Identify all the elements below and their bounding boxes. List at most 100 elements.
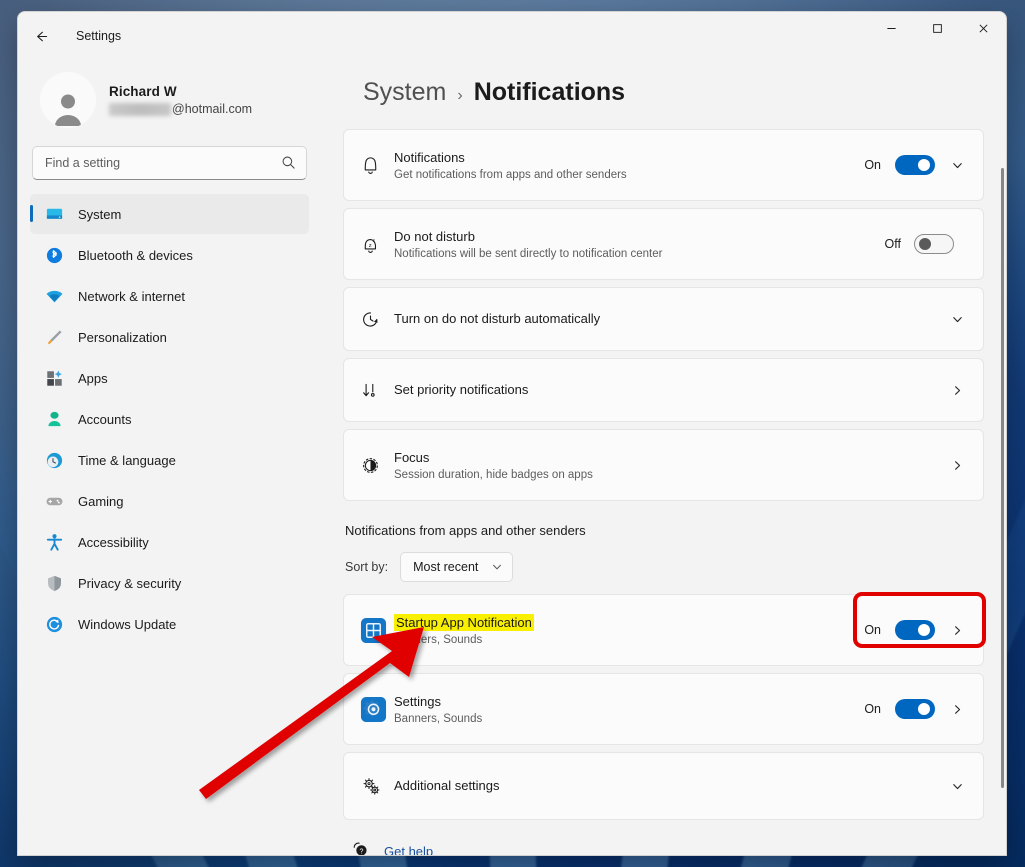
chevron-right-icon[interactable] xyxy=(949,384,965,397)
search-box xyxy=(32,146,307,180)
account-name: Richard W xyxy=(109,84,177,99)
notifications-toggle[interactable] xyxy=(895,155,935,175)
card-title: Additional settings xyxy=(394,778,500,794)
sidebar-item-label: Apps xyxy=(78,370,108,386)
back-button[interactable] xyxy=(24,20,58,52)
sidebar-item-accessibility[interactable]: Accessibility xyxy=(30,522,309,562)
toggle-state-label: On xyxy=(864,158,881,172)
app-row-settings[interactable]: Settings Banners, Sounds On xyxy=(343,673,984,745)
monitor-icon xyxy=(44,204,64,224)
card-set-priority-notifications[interactable]: Set priority notifications xyxy=(343,358,984,422)
sort-row: Sort by: Most recent xyxy=(343,552,984,582)
minimize-icon xyxy=(886,28,896,29)
sidebar-item-label: Personalization xyxy=(78,329,167,345)
app-subtitle: Banners, Sounds xyxy=(394,712,483,725)
card-focus[interactable]: Focus Session duration, hide badges on a… xyxy=(343,429,984,501)
sort-by-label: Sort by: xyxy=(345,560,389,574)
person-icon xyxy=(44,409,64,429)
sidebar-item-network-internet[interactable]: Network & internet xyxy=(30,276,309,316)
app-name-highlight: Startup App Notification xyxy=(394,614,534,632)
toggle-state-label: On xyxy=(864,702,881,716)
close-button[interactable] xyxy=(960,12,1006,45)
sidebar-item-label: Gaming xyxy=(78,493,124,509)
chevron-right-icon[interactable] xyxy=(949,459,965,472)
get-help-row[interactable]: ? Get help xyxy=(343,827,984,855)
settings-gear-app-icon xyxy=(360,696,394,723)
avatar xyxy=(40,72,96,128)
card-title: Notifications xyxy=(394,150,465,166)
refresh-circle-icon xyxy=(44,614,64,634)
chevron-right-icon[interactable] xyxy=(949,624,965,637)
do-not-disturb-toggle[interactable] xyxy=(914,234,954,254)
gamepad-icon xyxy=(44,491,64,511)
sidebar-item-apps[interactable]: Apps xyxy=(30,358,309,398)
window-title: Settings xyxy=(76,29,122,43)
app-row-startup-app-notification[interactable]: Startup App Notification Banners, Sounds… xyxy=(343,594,984,666)
page-title: Notifications xyxy=(473,78,626,106)
sort-by-value: Most recent xyxy=(413,560,479,574)
accessibility-person-icon xyxy=(44,532,64,552)
sidebar-item-time-language[interactable]: Time & language xyxy=(30,440,309,480)
breadcrumb: System › Notifications xyxy=(343,60,984,129)
app-name: Startup App Notification xyxy=(394,614,864,632)
toggle-state-label: Off xyxy=(884,237,901,251)
breadcrumb-parent[interactable]: System xyxy=(363,78,446,107)
paintbrush-icon xyxy=(44,327,64,347)
help-question-icon: ? xyxy=(351,839,370,855)
startup-app-toggle[interactable] xyxy=(895,620,935,640)
clock-arrow-icon xyxy=(360,309,394,330)
sidebar-item-label: Privacy & security xyxy=(78,575,182,591)
card-additional-settings[interactable]: Additional settings xyxy=(343,752,984,820)
card-notifications[interactable]: Notifications Get notifications from app… xyxy=(343,129,984,201)
sidebar-item-gaming[interactable]: Gaming xyxy=(30,481,309,521)
settings-window: Settings Richard W @hotmail.com Find a s… xyxy=(17,11,1007,856)
breadcrumb-separator-icon: › xyxy=(457,87,463,104)
chevron-down-icon[interactable] xyxy=(949,159,965,172)
chevron-right-icon[interactable] xyxy=(949,703,965,716)
account-email-suffix: @hotmail.com xyxy=(172,102,253,116)
sidebar-item-label: Accounts xyxy=(78,411,132,427)
get-help-link[interactable]: Get help xyxy=(384,844,433,856)
maximize-icon xyxy=(932,24,942,33)
account-block[interactable]: Richard W @hotmail.com xyxy=(30,60,309,142)
sidebar-item-personalization[interactable]: Personalization xyxy=(30,317,309,357)
card-title: Turn on do not disturb automatically xyxy=(394,311,601,327)
minimize-button[interactable] xyxy=(868,12,914,45)
search-input[interactable] xyxy=(32,146,307,180)
main-scrollbar[interactable] xyxy=(1001,168,1004,788)
card-do-not-disturb[interactable]: z z Do not disturb Notifications will be… xyxy=(343,208,984,280)
startup-app-icon xyxy=(360,617,394,644)
apps-grid-icon xyxy=(44,368,64,388)
bluetooth-icon xyxy=(44,245,64,265)
sidebar-item-system[interactable]: System xyxy=(30,194,309,234)
sidebar-item-label: Time & language xyxy=(78,452,176,468)
back-arrow-icon xyxy=(36,31,47,41)
chevron-down-icon[interactable] xyxy=(949,313,965,326)
sidebar-item-label: Accessibility xyxy=(78,534,149,550)
svg-text:?: ? xyxy=(359,848,363,855)
sidebar-item-label: System xyxy=(78,206,122,222)
title-bar: Settings xyxy=(18,12,1006,60)
toggle-state-label: On xyxy=(864,623,881,637)
card-subtitle: Notifications will be sent directly to n… xyxy=(394,247,663,260)
card-subtitle: Get notifications from apps and other se… xyxy=(394,168,627,181)
sidebar-item-windows-update[interactable]: Windows Update xyxy=(30,604,309,644)
chevron-down-icon[interactable] xyxy=(949,780,965,793)
window-controls xyxy=(868,12,1006,45)
sort-priority-icon xyxy=(360,380,394,401)
card-auto-do-not-disturb[interactable]: Turn on do not disturb automatically xyxy=(343,287,984,351)
bell-sleep-icon: z z xyxy=(360,234,394,255)
chevron-down-icon xyxy=(493,564,502,570)
card-subtitle: Session duration, hide badges on apps xyxy=(394,468,593,481)
focus-icon xyxy=(360,455,394,476)
sidebar-item-label: Network & internet xyxy=(78,288,185,304)
card-title: Focus xyxy=(394,450,430,466)
bell-icon xyxy=(360,155,394,176)
sidebar-item-privacy-security[interactable]: Privacy & security xyxy=(30,563,309,603)
sidebar-item-bluetooth-devices[interactable]: Bluetooth & devices xyxy=(30,235,309,275)
settings-app-toggle[interactable] xyxy=(895,699,935,719)
maximize-button[interactable] xyxy=(914,12,960,45)
clock-globe-icon xyxy=(44,450,64,470)
sort-by-dropdown[interactable]: Most recent xyxy=(400,552,514,582)
sidebar-item-accounts[interactable]: Accounts xyxy=(30,399,309,439)
